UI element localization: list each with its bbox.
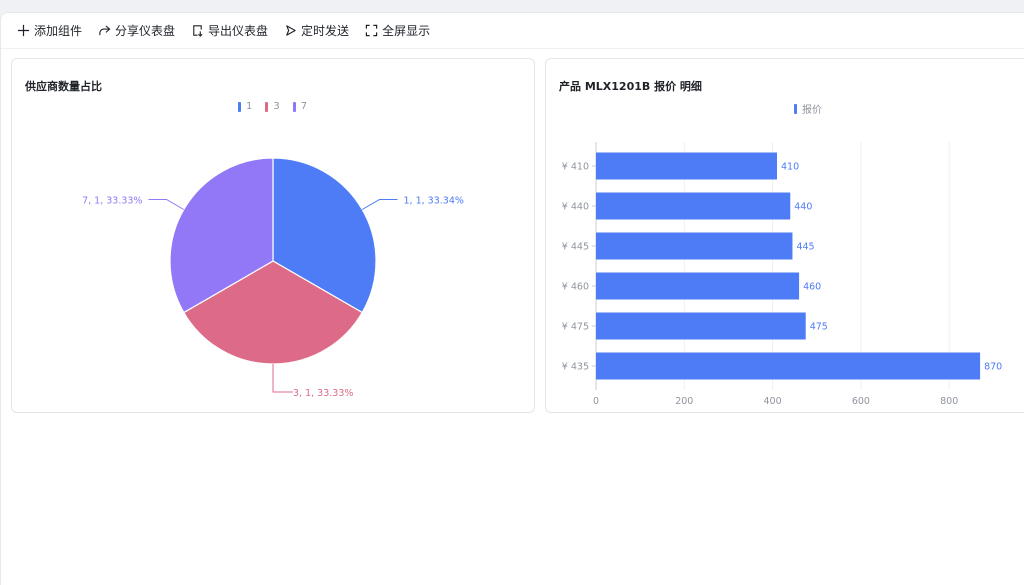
bar-rect[interactable] [596, 192, 791, 220]
bar-x-tick-label: 800 [940, 396, 958, 407]
bar-rect[interactable] [596, 152, 778, 180]
bar-y-tick-label: ¥ 460 [562, 282, 589, 293]
share-dashboard-button[interactable]: 分享仪表盘 [98, 19, 175, 43]
dashboard-page: 添加组件 分享仪表盘 导出仪表盘 定时发送 全屏显示 供应商数量占比 1 3 7… [0, 12, 1024, 585]
send-icon [286, 25, 296, 36]
pie-slice-label: 3, 1, 33.33% [293, 388, 353, 399]
bar-rect[interactable] [596, 272, 800, 300]
export-dashboard-label: 导出仪表盘 [208, 24, 269, 38]
pie-slice-label: 1, 1, 33.34% [404, 196, 464, 207]
dashboard-toolbar: 添加组件 分享仪表盘 导出仪表盘 定时发送 全屏显示 [1, 13, 1024, 49]
bar-y-tick-label: ¥ 445 [562, 242, 589, 253]
fullscreen-label: 全屏显示 [382, 24, 431, 38]
pie-label-line [148, 199, 185, 210]
bar-x-tick-label: 0 [593, 396, 599, 407]
fullscreen-button[interactable]: 全屏显示 [365, 19, 430, 43]
bar-x-tick-label: 400 [764, 396, 782, 407]
bar-y-tick-label: ¥ 435 [562, 362, 589, 373]
bar-value-label: 410 [781, 162, 799, 173]
schedule-send-button[interactable]: 定时发送 [284, 19, 349, 43]
bar-rect[interactable] [596, 232, 793, 260]
bar-x-tick-label: 600 [852, 396, 870, 407]
share-icon [99, 25, 111, 36]
pie-label-line [272, 364, 293, 393]
add-widget-button[interactable]: 添加组件 [17, 19, 82, 43]
window-top-strip [0, 0, 1024, 12]
bar-y-tick-label: ¥ 440 [562, 202, 589, 213]
bar-chart-card: 产品 MLX1201B 报价 明细 报价 0 200 400 600 800 ¥ 410 4… [545, 58, 1024, 413]
share-dashboard-label: 分享仪表盘 [115, 24, 176, 38]
bar-value-label: 870 [984, 362, 1002, 373]
bar-y-tick-label: ¥ 475 [562, 322, 589, 333]
pie-chart-card: 供应商数量占比 1 3 7 1, 1, 33.34% 3, 1, 33.33% 7,… [11, 58, 535, 413]
export-dashboard-button[interactable]: 导出仪表盘 [191, 19, 268, 43]
pie-slice-label: 7, 1, 33.33% [82, 196, 142, 207]
bar-rect[interactable] [596, 352, 981, 380]
add-widget-label: 添加组件 [34, 24, 83, 38]
export-icon [193, 25, 203, 37]
bar-y-tick-label: ¥ 410 [562, 162, 589, 173]
bar-value-label: 440 [794, 202, 812, 213]
bar-chart: 0 200 400 600 800 ¥ 410 410 ¥ 440 440 ¥ 445 445 ¥ 4… [562, 142, 1002, 407]
pie-label-line [361, 199, 398, 210]
schedule-send-label: 定时发送 [301, 24, 350, 38]
bar-value-label: 475 [810, 322, 828, 333]
bar-value-label: 460 [803, 282, 821, 293]
pie-chart: 1, 1, 33.34% 3, 1, 33.33% 7, 1, 33.33% [82, 157, 464, 399]
bar-value-label: 445 [796, 242, 814, 253]
bar-rect[interactable] [596, 312, 806, 340]
plus-icon [17, 24, 30, 37]
bar-x-tick-label: 200 [675, 396, 693, 407]
fullscreen-icon [365, 24, 378, 37]
